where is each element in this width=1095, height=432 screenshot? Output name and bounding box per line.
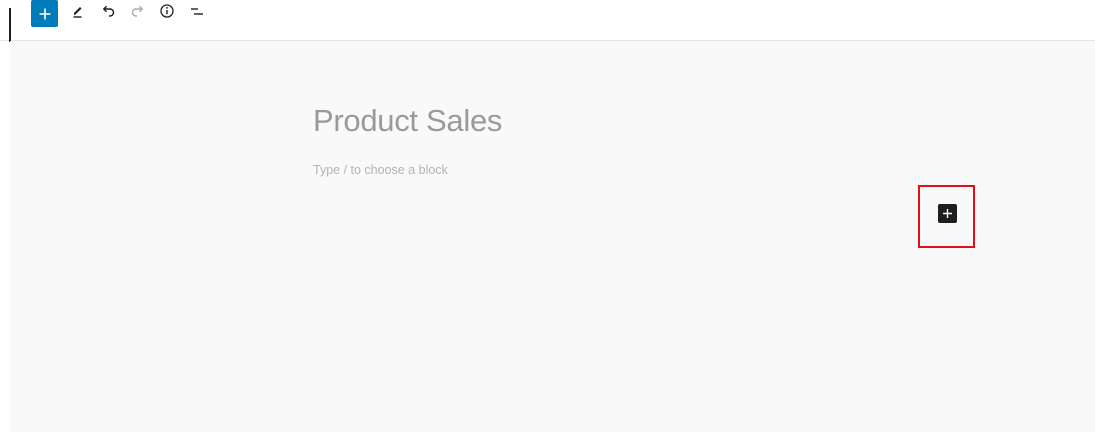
block-placeholder[interactable]: Type / to choose a block (313, 162, 448, 178)
pencil-icon (73, 7, 82, 18)
block-inserter-button[interactable] (938, 204, 957, 223)
editor-toolbar (0, 0, 1095, 42)
editor-page: Product Sales Type / to choose a block (0, 0, 1095, 432)
list-view-icon (191, 8, 203, 15)
plus-icon (943, 209, 952, 218)
toolbar-divider (9, 8, 11, 42)
undo-icon (102, 5, 115, 17)
editor-canvas: Product Sales Type / to choose a block (10, 41, 1095, 432)
plus-icon (39, 8, 50, 19)
list-view-button[interactable] (188, 0, 206, 22)
details-button[interactable] (158, 0, 176, 22)
undo-button[interactable] (99, 0, 117, 22)
post-title[interactable]: Product Sales (313, 101, 502, 141)
info-icon (160, 4, 174, 18)
redo-button[interactable] (129, 0, 147, 22)
add-block-button[interactable] (31, 0, 58, 27)
tools-button[interactable] (70, 0, 86, 22)
redo-icon (131, 5, 144, 17)
